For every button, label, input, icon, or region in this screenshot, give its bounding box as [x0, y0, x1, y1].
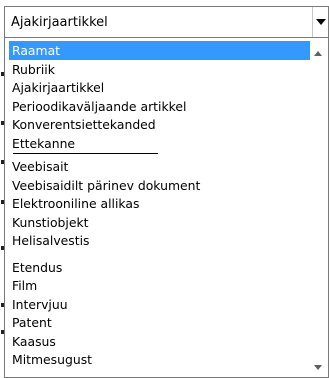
background-page-edge-mark — [1, 200, 4, 204]
option-veebisaidilt-parinev-dokument[interactable]: Veebisaidilt pärinev dokument — [9, 176, 310, 195]
option-ajakirjaartikkel[interactable]: Ajakirjaartikkel — [9, 78, 310, 97]
scroll-up-arrow-icon[interactable] — [314, 51, 322, 56]
option-helisalvestis[interactable]: Helisalvestis — [9, 231, 310, 250]
scroll-down-arrow-icon[interactable] — [314, 365, 322, 370]
dropdown-scrollbar[interactable] — [310, 38, 328, 377]
option-elektrooniline-allikas[interactable]: Elektrooniline allikas — [9, 194, 310, 213]
option-kunstiobjekt[interactable]: Kunstiobjekt — [9, 213, 310, 232]
option-konverentsiettekanded[interactable]: Konverentsiettekanded — [9, 115, 310, 134]
background-page-edge-mark — [1, 246, 4, 250]
background-page-edge-mark — [1, 72, 4, 76]
option-kaasus[interactable]: Kaasus — [9, 332, 310, 351]
option-group-divider — [13, 153, 158, 154]
option-rubriik[interactable]: Rubriik — [9, 60, 310, 79]
background-page-edge-mark — [1, 121, 4, 125]
background-page-edge-mark — [1, 303, 4, 307]
option-ettekanne[interactable]: Ettekanne — [9, 134, 310, 153]
option-film[interactable]: Film — [9, 276, 310, 295]
option-mitmesugust[interactable]: Mitmesugust — [9, 350, 310, 369]
source-type-dropdown-list[interactable]: Raamat Rubriik Ajakirjaartikkel Perioodi… — [4, 38, 329, 378]
background-page-edge-mark — [1, 330, 4, 334]
option-veebisait[interactable]: Veebisait — [9, 157, 310, 176]
select-current-value: Ajakirjaartikkel — [11, 15, 108, 30]
option-etendus[interactable]: Etendus — [9, 258, 310, 277]
option-intervjuu[interactable]: Intervjuu — [9, 295, 310, 314]
source-type-select[interactable]: Ajakirjaartikkel — [4, 6, 329, 38]
option-raamat[interactable]: Raamat — [9, 41, 310, 60]
option-patent[interactable]: Patent — [9, 313, 310, 332]
background-page-edge-mark — [1, 160, 4, 164]
chevron-down-icon[interactable] — [312, 7, 328, 37]
option-perioodikavaljaande-artikkel[interactable]: Perioodikaväljaande artikkel — [9, 97, 310, 116]
